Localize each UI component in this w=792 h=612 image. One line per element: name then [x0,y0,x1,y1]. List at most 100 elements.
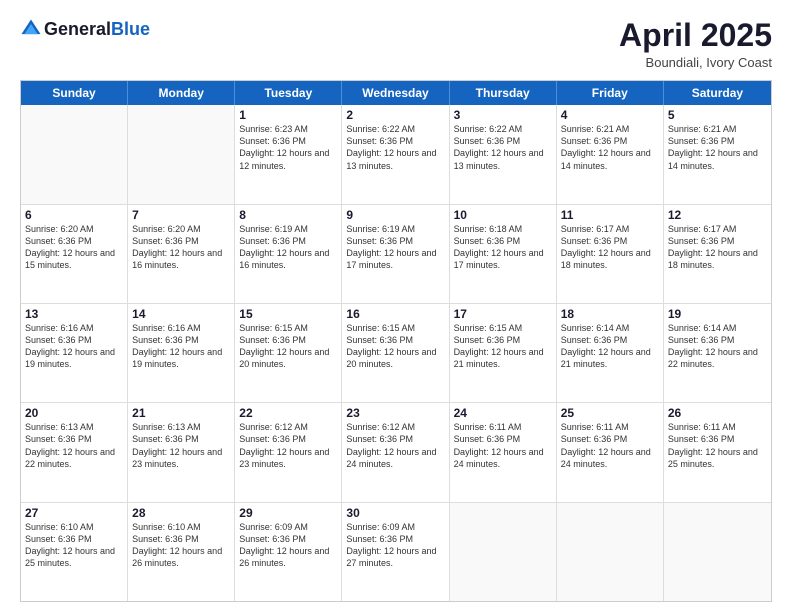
calendar-day-26: 26Sunrise: 6:11 AMSunset: 6:36 PMDayligh… [664,403,771,501]
calendar-day-9: 9Sunrise: 6:19 AMSunset: 6:36 PMDaylight… [342,205,449,303]
header-day-thursday: Thursday [450,81,557,105]
day-info: Sunrise: 6:18 AMSunset: 6:36 PMDaylight:… [454,223,552,272]
day-number: 13 [25,307,123,321]
calendar-day-empty [21,105,128,203]
calendar-day-29: 29Sunrise: 6:09 AMSunset: 6:36 PMDayligh… [235,503,342,601]
calendar-day-7: 7Sunrise: 6:20 AMSunset: 6:36 PMDaylight… [128,205,235,303]
calendar-day-empty [557,503,664,601]
calendar-day-17: 17Sunrise: 6:15 AMSunset: 6:36 PMDayligh… [450,304,557,402]
day-number: 10 [454,208,552,222]
day-info: Sunrise: 6:21 AMSunset: 6:36 PMDaylight:… [561,123,659,172]
day-info: Sunrise: 6:17 AMSunset: 6:36 PMDaylight:… [561,223,659,272]
day-info: Sunrise: 6:15 AMSunset: 6:36 PMDaylight:… [454,322,552,371]
page: GeneralBlue April 2025 Boundiali, Ivory … [0,0,792,612]
day-info: Sunrise: 6:16 AMSunset: 6:36 PMDaylight:… [132,322,230,371]
day-number: 11 [561,208,659,222]
day-number: 7 [132,208,230,222]
day-info: Sunrise: 6:19 AMSunset: 6:36 PMDaylight:… [346,223,444,272]
calendar-day-18: 18Sunrise: 6:14 AMSunset: 6:36 PMDayligh… [557,304,664,402]
calendar-day-12: 12Sunrise: 6:17 AMSunset: 6:36 PMDayligh… [664,205,771,303]
day-number: 24 [454,406,552,420]
day-number: 20 [25,406,123,420]
calendar-day-4: 4Sunrise: 6:21 AMSunset: 6:36 PMDaylight… [557,105,664,203]
calendar-header: SundayMondayTuesdayWednesdayThursdayFrid… [21,81,771,105]
calendar-day-empty [450,503,557,601]
day-number: 18 [561,307,659,321]
calendar-day-3: 3Sunrise: 6:22 AMSunset: 6:36 PMDaylight… [450,105,557,203]
day-info: Sunrise: 6:13 AMSunset: 6:36 PMDaylight:… [25,421,123,470]
day-info: Sunrise: 6:12 AMSunset: 6:36 PMDaylight:… [346,421,444,470]
day-number: 15 [239,307,337,321]
day-number: 12 [668,208,767,222]
day-number: 8 [239,208,337,222]
day-info: Sunrise: 6:09 AMSunset: 6:36 PMDaylight:… [346,521,444,570]
calendar-week-2: 6Sunrise: 6:20 AMSunset: 6:36 PMDaylight… [21,204,771,303]
calendar-week-3: 13Sunrise: 6:16 AMSunset: 6:36 PMDayligh… [21,303,771,402]
header-day-tuesday: Tuesday [235,81,342,105]
day-number: 16 [346,307,444,321]
day-info: Sunrise: 6:12 AMSunset: 6:36 PMDaylight:… [239,421,337,470]
day-info: Sunrise: 6:10 AMSunset: 6:36 PMDaylight:… [132,521,230,570]
day-number: 27 [25,506,123,520]
calendar-day-6: 6Sunrise: 6:20 AMSunset: 6:36 PMDaylight… [21,205,128,303]
calendar-day-30: 30Sunrise: 6:09 AMSunset: 6:36 PMDayligh… [342,503,449,601]
day-number: 22 [239,406,337,420]
header-day-sunday: Sunday [21,81,128,105]
header-day-monday: Monday [128,81,235,105]
calendar-day-20: 20Sunrise: 6:13 AMSunset: 6:36 PMDayligh… [21,403,128,501]
calendar-day-10: 10Sunrise: 6:18 AMSunset: 6:36 PMDayligh… [450,205,557,303]
calendar-day-19: 19Sunrise: 6:14 AMSunset: 6:36 PMDayligh… [664,304,771,402]
day-info: Sunrise: 6:15 AMSunset: 6:36 PMDaylight:… [239,322,337,371]
calendar-week-4: 20Sunrise: 6:13 AMSunset: 6:36 PMDayligh… [21,402,771,501]
title-block: April 2025 Boundiali, Ivory Coast [619,18,772,70]
calendar-day-16: 16Sunrise: 6:15 AMSunset: 6:36 PMDayligh… [342,304,449,402]
calendar-day-14: 14Sunrise: 6:16 AMSunset: 6:36 PMDayligh… [128,304,235,402]
day-info: Sunrise: 6:20 AMSunset: 6:36 PMDaylight:… [25,223,123,272]
calendar-day-21: 21Sunrise: 6:13 AMSunset: 6:36 PMDayligh… [128,403,235,501]
calendar-day-28: 28Sunrise: 6:10 AMSunset: 6:36 PMDayligh… [128,503,235,601]
day-number: 3 [454,108,552,122]
day-number: 29 [239,506,337,520]
day-number: 17 [454,307,552,321]
calendar-week-1: 1Sunrise: 6:23 AMSunset: 6:36 PMDaylight… [21,105,771,203]
calendar-day-2: 2Sunrise: 6:22 AMSunset: 6:36 PMDaylight… [342,105,449,203]
day-number: 9 [346,208,444,222]
day-number: 25 [561,406,659,420]
day-info: Sunrise: 6:14 AMSunset: 6:36 PMDaylight:… [668,322,767,371]
calendar-day-5: 5Sunrise: 6:21 AMSunset: 6:36 PMDaylight… [664,105,771,203]
day-info: Sunrise: 6:11 AMSunset: 6:36 PMDaylight:… [668,421,767,470]
calendar-day-22: 22Sunrise: 6:12 AMSunset: 6:36 PMDayligh… [235,403,342,501]
logo-text: GeneralBlue [44,19,150,40]
day-info: Sunrise: 6:13 AMSunset: 6:36 PMDaylight:… [132,421,230,470]
calendar-day-15: 15Sunrise: 6:15 AMSunset: 6:36 PMDayligh… [235,304,342,402]
day-info: Sunrise: 6:20 AMSunset: 6:36 PMDaylight:… [132,223,230,272]
day-info: Sunrise: 6:19 AMSunset: 6:36 PMDaylight:… [239,223,337,272]
day-number: 14 [132,307,230,321]
header-day-wednesday: Wednesday [342,81,449,105]
header-day-friday: Friday [557,81,664,105]
day-info: Sunrise: 6:23 AMSunset: 6:36 PMDaylight:… [239,123,337,172]
calendar-day-empty [128,105,235,203]
logo-icon [20,18,42,40]
calendar-day-27: 27Sunrise: 6:10 AMSunset: 6:36 PMDayligh… [21,503,128,601]
day-number: 2 [346,108,444,122]
day-info: Sunrise: 6:15 AMSunset: 6:36 PMDaylight:… [346,322,444,371]
day-number: 6 [25,208,123,222]
logo: GeneralBlue [20,18,150,40]
day-number: 5 [668,108,767,122]
logo-blue: Blue [111,19,150,39]
day-number: 30 [346,506,444,520]
logo-general: General [44,19,111,39]
location-title: Boundiali, Ivory Coast [619,55,772,70]
month-title: April 2025 [619,18,772,53]
calendar-day-empty [664,503,771,601]
day-number: 19 [668,307,767,321]
header: GeneralBlue April 2025 Boundiali, Ivory … [20,18,772,70]
day-info: Sunrise: 6:17 AMSunset: 6:36 PMDaylight:… [668,223,767,272]
calendar-day-24: 24Sunrise: 6:11 AMSunset: 6:36 PMDayligh… [450,403,557,501]
day-number: 28 [132,506,230,520]
day-number: 21 [132,406,230,420]
day-info: Sunrise: 6:11 AMSunset: 6:36 PMDaylight:… [561,421,659,470]
day-info: Sunrise: 6:22 AMSunset: 6:36 PMDaylight:… [346,123,444,172]
day-info: Sunrise: 6:16 AMSunset: 6:36 PMDaylight:… [25,322,123,371]
